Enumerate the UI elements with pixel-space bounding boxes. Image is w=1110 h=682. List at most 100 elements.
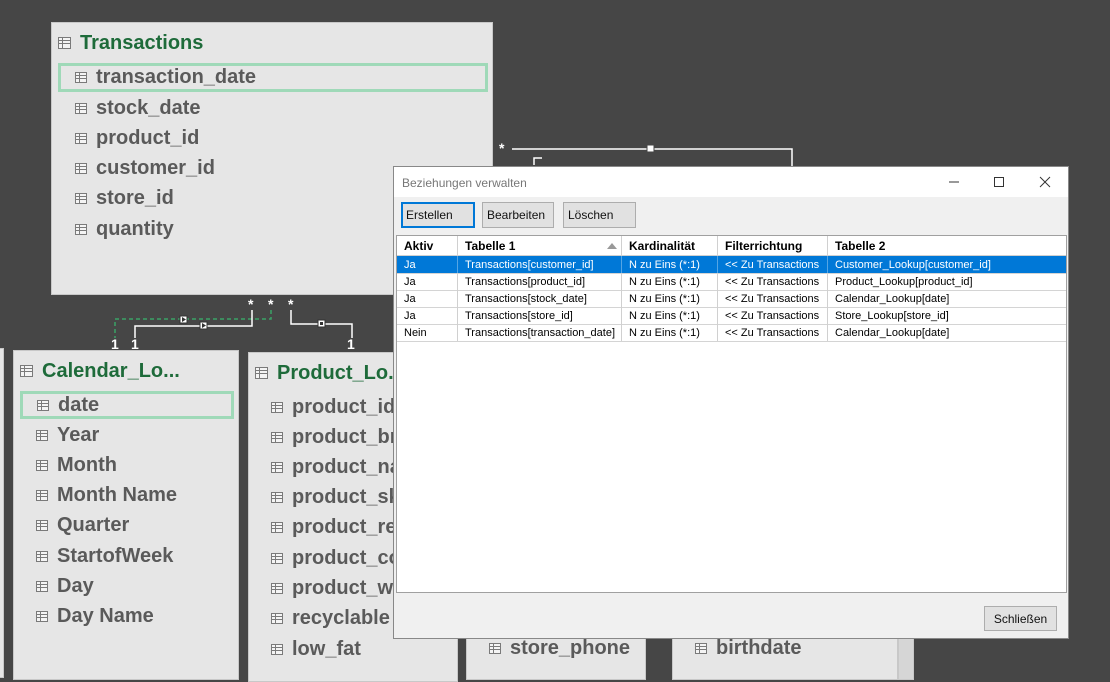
field-start-of-week[interactable]: StartofWeek <box>20 543 250 569</box>
column-header-cardinality[interactable]: Kardinalität <box>622 236 718 255</box>
cardinality-many-label: * <box>248 296 254 312</box>
delete-button[interactable]: Löschen <box>563 202 636 228</box>
column-icon <box>75 72 87 83</box>
dialog-titlebar[interactable]: Beziehungen verwalten <box>394 167 1068 197</box>
cell-cardinality: N zu Eins (*:1) <box>622 307 718 324</box>
calendar-lookup-table-card[interactable]: Calendar_Lo... date Year Month Month Nam… <box>13 350 239 680</box>
cell-table2: Store_Lookup[store_id] <box>835 309 949 322</box>
relationship-row[interactable]: Ja Transactions[stock_date] N zu Eins (*… <box>397 290 1066 308</box>
column-header-active[interactable]: Aktiv <box>397 236 458 255</box>
column-icon <box>36 459 48 471</box>
column-icon <box>36 550 48 562</box>
cell-cardinality: N zu Eins (*:1) <box>622 290 718 307</box>
column-icon <box>695 642 707 654</box>
field-stock-date[interactable]: stock_date <box>58 95 505 121</box>
relationship-row[interactable]: Nein Transactions[transaction_date] N zu… <box>397 324 1066 342</box>
field-month[interactable]: Month <box>20 452 250 478</box>
field-low-fat[interactable]: low_fat <box>255 636 471 662</box>
calendar-lookup-table-title[interactable]: Calendar_Lo... <box>20 359 232 383</box>
maximize-icon <box>994 177 1004 187</box>
relationships-grid[interactable]: Aktiv Tabelle 1 Kardinalität Filterricht… <box>396 235 1067 593</box>
column-icon <box>489 642 501 654</box>
cell-table1: Transactions[stock_date] <box>458 290 622 307</box>
close-icon <box>1039 176 1051 188</box>
relationship-row[interactable]: Ja Transactions[product_id] N zu Eins (*… <box>397 273 1066 291</box>
field-date[interactable]: date <box>20 391 234 419</box>
cell-filter-direction: << Zu Transactions <box>718 290 828 307</box>
close-window-button[interactable] <box>1023 170 1067 194</box>
transactions-table-title[interactable]: Transactions <box>58 31 203 55</box>
cell-cardinality: N zu Eins (*:1) <box>622 324 718 341</box>
create-button[interactable]: Erstellen <box>401 202 475 228</box>
table-icon <box>20 365 33 377</box>
dialog-footer <box>394 594 1068 638</box>
column-icon <box>36 519 48 531</box>
cell-table2: Calendar_Lookup[date] <box>835 326 950 339</box>
column-header-table2[interactable]: Tabelle 2 <box>828 236 1066 255</box>
field-month-name[interactable]: Month Name <box>20 482 250 508</box>
column-icon <box>75 192 87 204</box>
cell-filter-direction: << Zu Transactions <box>718 324 828 341</box>
cell-table1: Transactions[store_id] <box>458 307 622 324</box>
relationship-row[interactable]: Ja Transactions[store_id] N zu Eins (*:1… <box>397 307 1066 325</box>
column-icon <box>36 429 48 441</box>
cell-table2: Product_Lookup[product_id] <box>835 275 973 288</box>
minimize-button[interactable] <box>932 170 976 194</box>
cell-table2: Calendar_Lookup[date] <box>835 292 950 305</box>
column-icon <box>37 399 49 411</box>
column-icon <box>75 223 87 235</box>
field-transaction-date[interactable]: transaction_date <box>58 63 488 92</box>
cell-table2: Customer_Lookup[customer_id] <box>835 258 991 271</box>
column-icon <box>271 582 283 594</box>
table-icon <box>255 367 268 379</box>
cell-active: Ja <box>397 273 458 290</box>
minimize-icon <box>949 181 959 183</box>
field-quarter[interactable]: Quarter <box>20 512 250 538</box>
table-icon <box>58 37 71 49</box>
grid-header: Aktiv Tabelle 1 Kardinalität Filterricht… <box>397 236 1066 256</box>
column-icon <box>36 489 48 501</box>
cardinality-one-label: 1 <box>347 336 355 352</box>
sort-ascending-icon <box>607 243 617 249</box>
column-icon <box>271 643 283 655</box>
field-day[interactable]: Day <box>20 573 250 599</box>
column-icon <box>271 491 283 503</box>
column-icon <box>271 521 283 533</box>
cardinality-many-label: * <box>288 296 294 312</box>
edit-button[interactable]: Bearbeiten <box>482 202 554 228</box>
column-icon <box>75 162 87 174</box>
manage-relationships-dialog[interactable]: Beziehungen verwalten Erstellen Bearbeit… <box>393 166 1069 639</box>
cell-filter-direction: << Zu Transactions <box>718 273 828 290</box>
relationship-row[interactable]: Ja Transactions[customer_id] N zu Eins (… <box>397 256 1066 274</box>
cardinality-many-label: * <box>268 296 274 312</box>
offscreen-table-card[interactable] <box>0 348 4 678</box>
cell-active: Ja <box>397 256 458 273</box>
cell-cardinality: N zu Eins (*:1) <box>622 256 718 273</box>
maximize-button[interactable] <box>977 170 1021 194</box>
cell-active: Ja <box>397 290 458 307</box>
field-year[interactable]: Year <box>20 422 250 448</box>
column-header-table1[interactable]: Tabelle 1 <box>458 236 622 255</box>
cell-filter-direction: << Zu Transactions <box>718 307 828 324</box>
column-icon <box>271 461 283 473</box>
cell-active: Ja <box>397 307 458 324</box>
cell-table1: Transactions[product_id] <box>458 273 622 290</box>
column-header-filter-direction[interactable]: Filterrichtung <box>718 236 828 255</box>
column-icon <box>36 580 48 592</box>
column-icon <box>271 401 283 413</box>
column-icon <box>271 552 283 564</box>
cell-cardinality: N zu Eins (*:1) <box>622 273 718 290</box>
column-icon <box>36 610 48 622</box>
cell-table1: Transactions[customer_id] <box>458 256 622 273</box>
cell-filter-direction: << Zu Transactions <box>718 256 828 273</box>
field-product-id[interactable]: product_id <box>58 125 505 151</box>
close-button[interactable]: Schließen <box>984 606 1057 631</box>
field-day-name[interactable]: Day Name <box>20 603 250 629</box>
column-icon <box>75 102 87 114</box>
column-icon <box>75 132 87 144</box>
cell-table1: Transactions[transaction_date] <box>458 324 622 341</box>
dialog-title: Beziehungen verwalten <box>402 176 527 190</box>
column-icon <box>271 431 283 443</box>
column-icon <box>271 612 283 624</box>
cell-active: Nein <box>397 324 458 341</box>
